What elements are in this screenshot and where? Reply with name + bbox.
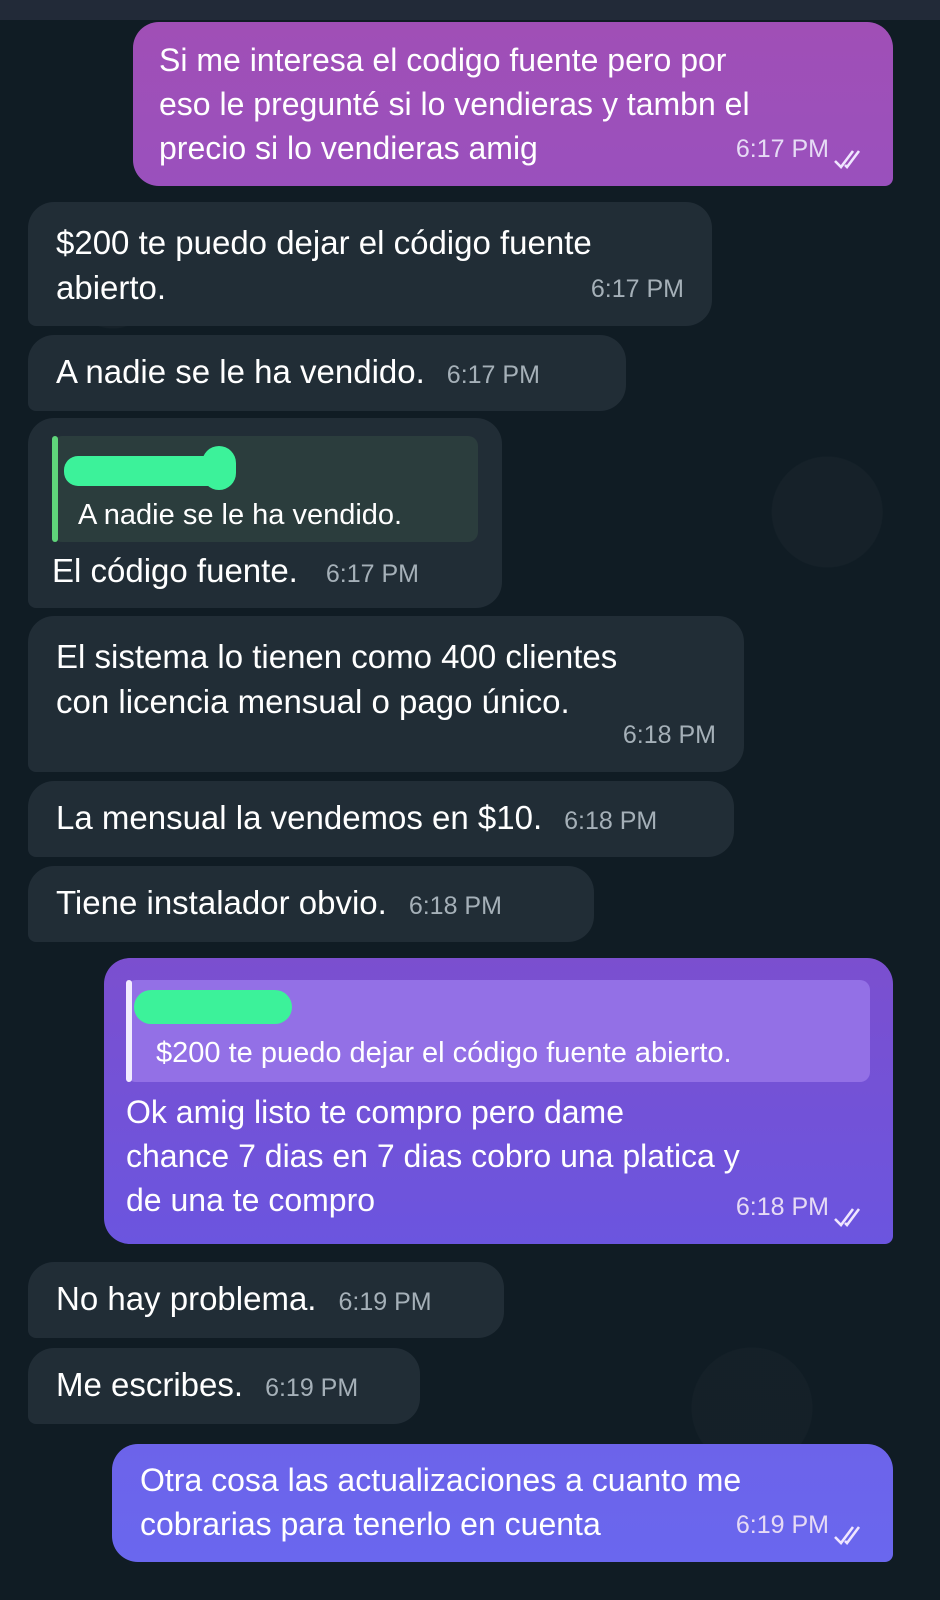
double-check-icon [834,1526,861,1545]
message-text: Me escribes. [56,1366,244,1403]
message-time: 6:17 PM [325,560,419,588]
quote-bar [52,436,58,542]
message-time: 6:17 PM [590,275,684,303]
redacted-name [202,446,236,490]
message-text: Tiene instalador obvio. [56,884,387,921]
message-text: La mensual la vendemos en $10. [56,799,543,836]
reply-quote[interactable]: $200 te puedo dejar el código fuente abi… [126,980,870,1082]
message-time: 6:17 PM [446,361,540,389]
reply-quote[interactable]: A nadie se le ha vendido. [52,436,478,542]
message-incoming-reply[interactable]: A nadie se le ha vendido. El código fuen… [28,418,502,608]
message-outgoing[interactable]: Otra cosa las actualizaciones a cuanto m… [112,1444,893,1562]
message-time: 6:18 PM [564,807,658,835]
message-time: 6:19 PM [735,1511,829,1539]
message-incoming[interactable]: A nadie se le ha vendido. 6:17 PM [28,335,626,411]
double-check-icon [834,1208,861,1227]
message-time: 6:19 PM [338,1288,432,1316]
message-time: 6:17 PM [735,135,829,163]
quote-bar [126,980,132,1082]
message-incoming[interactable]: El sistema lo tienen como 400 clientes c… [28,616,744,772]
message-time: 6:18 PM [622,721,716,749]
message-text: El código fuente. [52,552,298,589]
message-incoming[interactable]: $200 te puedo dejar el código fuente abi… [28,202,712,326]
message-incoming[interactable]: No hay problema. 6:19 PM [28,1262,504,1338]
message-outgoing-reply[interactable]: $200 te puedo dejar el código fuente abi… [104,958,893,1244]
message-text: No hay problema. [56,1280,317,1317]
message-time: 6:19 PM [265,1374,359,1402]
chat-background: Si me interesa el codigo fuente pero por… [0,0,940,1600]
message-time: 6:18 PM [408,892,502,920]
message-incoming[interactable]: Tiene instalador obvio. 6:18 PM [28,866,594,942]
double-check-icon [834,150,861,169]
message-incoming[interactable]: Me escribes. 6:19 PM [28,1348,420,1424]
message-text: A nadie se le ha vendido. [56,353,425,390]
message-outgoing[interactable]: Si me interesa el codigo fuente pero por… [133,22,893,186]
message-time: 6:18 PM [735,1193,829,1221]
message-incoming[interactable]: La mensual la vendemos en $10. 6:18 PM [28,781,734,857]
quote-text: $200 te puedo dejar el código fuente abi… [156,1037,732,1069]
message-text: El sistema lo tienen como 400 clientes c… [56,638,618,720]
top-strip [0,0,940,20]
quote-text: A nadie se le ha vendido. [78,499,403,531]
redacted-name [134,990,292,1024]
